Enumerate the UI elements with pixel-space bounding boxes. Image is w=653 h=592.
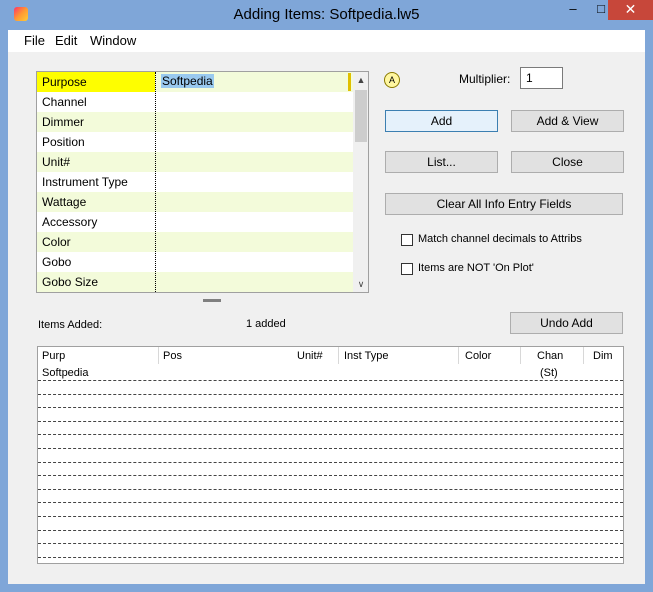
cell-chan[interactable]: (St) <box>540 367 558 379</box>
purpose-value-input[interactable]: Softpedia <box>158 73 351 91</box>
menu-window[interactable]: Window <box>90 33 136 48</box>
field-label: Unit# <box>42 155 71 169</box>
table-row[interactable] <box>38 489 623 490</box>
close-button[interactable]: Close <box>511 151 624 173</box>
field-label: Gobo <box>42 255 72 269</box>
close-window-button[interactable]: ✕ <box>608 0 653 20</box>
field-label: Dimmer <box>42 115 84 129</box>
table-row[interactable] <box>38 475 623 476</box>
field-label: Instrument Type <box>42 175 128 189</box>
minimize-button[interactable]: – <box>560 0 586 20</box>
column-header-color[interactable]: Color <box>465 350 491 362</box>
field-label: Position <box>42 135 85 149</box>
field-row-unit[interactable]: Unit# <box>37 152 353 172</box>
column-separator[interactable] <box>338 347 339 364</box>
checkbox-box[interactable] <box>401 234 413 246</box>
field-row-gobo-size[interactable]: Gobo Size <box>37 272 353 292</box>
table-row[interactable] <box>38 462 623 463</box>
table-row[interactable] <box>38 407 623 408</box>
undo-add-button[interactable]: Undo Add <box>510 312 623 334</box>
column-separator[interactable] <box>158 347 159 364</box>
column-header-dim[interactable]: Dim <box>593 350 613 362</box>
multiplier-input[interactable]: 1 <box>520 67 563 89</box>
column-header-purp[interactable]: Purp <box>42 350 65 362</box>
table-row[interactable] <box>38 557 623 558</box>
scroll-thumb[interactable] <box>355 90 367 142</box>
autofill-circle-icon[interactable]: A <box>384 72 400 88</box>
grid-scrollbar[interactable]: ▲ ∨ <box>353 72 368 292</box>
scroll-up-icon[interactable]: ▲ <box>353 72 368 88</box>
list-button[interactable]: List... <box>385 151 498 173</box>
resize-handle[interactable] <box>203 299 221 302</box>
field-label: Wattage <box>42 195 87 209</box>
field-label: Channel <box>42 95 87 109</box>
field-row-wattage[interactable]: Wattage <box>37 192 353 212</box>
field-label: Color <box>42 235 71 249</box>
app-window: Adding Items: Softpedia.lw5 – □ ✕ File E… <box>0 0 653 592</box>
field-label: Purpose <box>42 75 87 89</box>
table-row[interactable] <box>38 448 623 449</box>
scroll-down-icon[interactable]: ∨ <box>353 276 368 292</box>
table-row[interactable] <box>38 394 623 395</box>
checkbox-label: Items are NOT 'On Plot' <box>418 262 534 274</box>
column-separator[interactable] <box>520 347 521 364</box>
info-entry-grid: Purpose Softpedia Channel Dimmer Positio… <box>36 71 369 293</box>
clear-fields-button[interactable]: Clear All Info Entry Fields <box>385 193 623 215</box>
table-row[interactable] <box>38 421 623 422</box>
table-row[interactable] <box>38 530 623 531</box>
table-row[interactable] <box>38 434 623 435</box>
column-separator[interactable] <box>458 347 459 364</box>
column-divider[interactable] <box>155 72 156 292</box>
table-row[interactable] <box>38 516 623 517</box>
checkbox-label: Match channel decimals to Attribs <box>418 233 582 245</box>
multiplier-label: Multiplier: <box>459 72 511 86</box>
table-row[interactable] <box>38 380 623 381</box>
table-row[interactable] <box>38 543 623 544</box>
purpose-value-text: Softpedia <box>161 74 214 88</box>
items-added-label: Items Added: <box>38 319 103 331</box>
field-row-position[interactable]: Position <box>37 132 353 152</box>
items-added-table[interactable]: Purp Pos Unit# Inst Type Color Chan Dim … <box>37 346 624 564</box>
column-header-pos[interactable]: Pos <box>163 350 182 362</box>
checkbox-box[interactable] <box>401 263 413 275</box>
field-row-gobo[interactable]: Gobo <box>37 252 353 272</box>
cell-purp[interactable]: Softpedia <box>42 367 88 379</box>
field-row-instrument-type[interactable]: Instrument Type <box>37 172 353 192</box>
menu-edit[interactable]: Edit <box>55 33 77 48</box>
menu-file[interactable]: File <box>24 33 45 48</box>
column-header-chan[interactable]: Chan <box>537 350 563 362</box>
text-caret <box>348 73 351 91</box>
window-title: Adding Items: Softpedia.lw5 <box>233 6 420 23</box>
field-row-channel[interactable]: Channel <box>37 92 353 112</box>
field-row-dimmer[interactable]: Dimmer <box>37 112 353 132</box>
menu-bar: File Edit Window <box>8 30 645 52</box>
column-header-inst-type[interactable]: Inst Type <box>344 350 388 362</box>
add-view-button[interactable]: Add & View <box>511 110 624 132</box>
column-separator[interactable] <box>583 347 584 364</box>
field-row-purpose[interactable]: Purpose Softpedia <box>37 72 353 92</box>
add-button[interactable]: Add <box>385 110 498 132</box>
title-bar[interactable]: Adding Items: Softpedia.lw5 – □ ✕ <box>0 0 653 30</box>
field-label: Accessory <box>42 215 98 229</box>
field-row-color[interactable]: Color <box>37 232 353 252</box>
field-row-accessory[interactable]: Accessory <box>37 212 353 232</box>
added-count: 1 added <box>246 318 286 330</box>
column-header-unit[interactable]: Unit# <box>297 350 323 362</box>
table-row[interactable] <box>38 502 623 503</box>
field-label: Gobo Size <box>42 275 99 289</box>
